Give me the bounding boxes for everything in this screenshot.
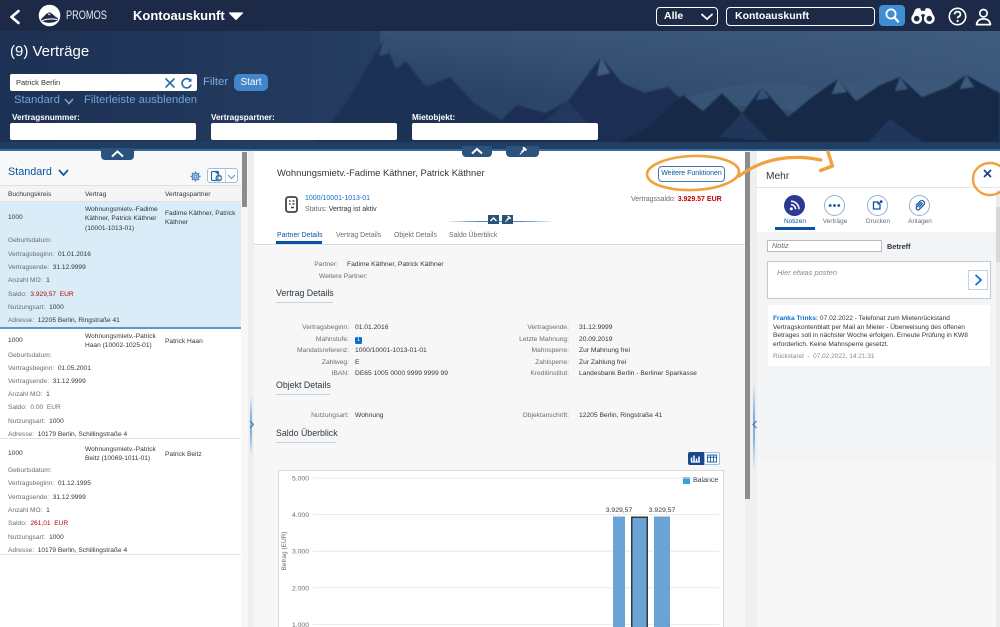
svg-text:2.000: 2.000	[292, 585, 309, 592]
svg-text:3.929,57: 3.929,57	[649, 507, 676, 514]
svg-text:5.000: 5.000	[292, 476, 309, 483]
svg-text:Betrag (EUR): Betrag (EUR)	[281, 531, 288, 570]
svg-text:3.929,57: 3.929,57	[606, 507, 633, 514]
svg-text:1.000: 1.000	[292, 622, 309, 627]
svg-text:3.000: 3.000	[292, 549, 309, 556]
svg-text:4.000: 4.000	[292, 512, 309, 519]
